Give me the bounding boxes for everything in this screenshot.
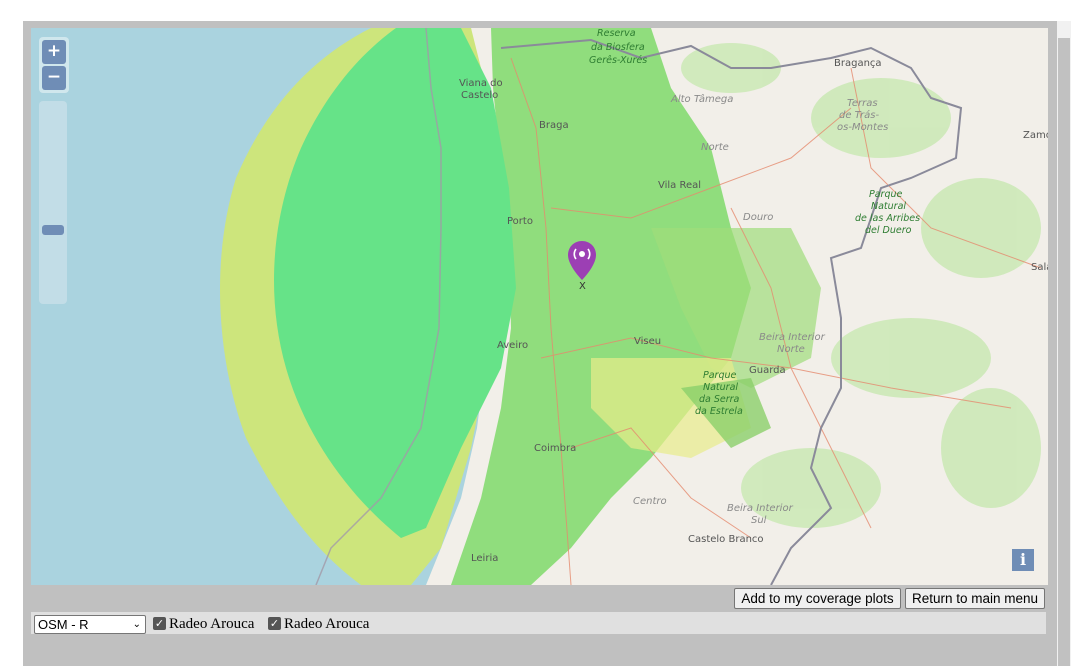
- coverage-layer-label-2: Radeo Arouca: [284, 616, 370, 632]
- park-estrela-4: da Estrela: [695, 406, 743, 417]
- layer-select-value: OSM - R: [38, 617, 89, 632]
- park-arribes-3: de las Arribes: [855, 213, 920, 224]
- zoom-in-button[interactable]: +: [42, 40, 66, 64]
- park-geres-2: da Biosfera: [591, 42, 645, 53]
- place-vila-real: Vila Real: [658, 180, 701, 191]
- layer-select[interactable]: OSM - R ⌄: [34, 615, 146, 634]
- place-salamanca: Sala: [1031, 262, 1048, 273]
- place-porto: Porto: [507, 216, 533, 227]
- region-alto-tamega: Alto Tâmega: [670, 93, 733, 105]
- map-canvas[interactable]: Viana do Castelo Braga Bragança Vila Rea…: [31, 28, 1048, 585]
- place-guarda: Guarda: [749, 365, 786, 376]
- add-coverage-button[interactable]: Add to my coverage plots: [734, 588, 901, 609]
- scrollbar-thumb[interactable]: [1058, 38, 1070, 666]
- zoom-out-button[interactable]: −: [42, 66, 66, 90]
- park-estrela-3: da Serra: [699, 394, 740, 405]
- chevron-down-icon: ⌄: [132, 619, 141, 630]
- layer-controls: OSM - R ⌄ ✓ Radeo Arouca ✓ Radeo Arouca: [31, 612, 1046, 634]
- place-viana: Viana do: [459, 78, 503, 89]
- region-terras-1: Terras: [847, 98, 878, 109]
- checkbox-checked-icon[interactable]: ✓: [153, 617, 166, 630]
- coverage-map[interactable]: Viana do Castelo Braga Bragança Vila Rea…: [31, 28, 1048, 585]
- return-main-menu-button[interactable]: Return to main menu: [905, 588, 1045, 609]
- region-terras-3: os-Montes: [837, 122, 888, 133]
- zoom-slider-handle[interactable]: [42, 225, 64, 235]
- region-beira-sul-1: Beira Interior: [727, 503, 794, 514]
- info-button[interactable]: i: [1012, 549, 1034, 571]
- zoom-control: + −: [39, 37, 69, 93]
- region-beira-sul-2: Sul: [751, 515, 767, 526]
- park-geres-3: Gerês-Xurés: [589, 55, 647, 66]
- place-aveiro: Aveiro: [497, 340, 528, 351]
- region-norte: Norte: [701, 142, 729, 153]
- region-centro: Centro: [633, 496, 667, 507]
- park-geres-1: Reserva: [597, 28, 636, 39]
- place-zamora: Zamo: [1023, 130, 1048, 141]
- park-arribes-2: Natural: [871, 201, 906, 212]
- marker-label: X: [579, 281, 586, 292]
- place-leiria: Leiria: [471, 553, 498, 564]
- place-viseu: Viseu: [634, 336, 661, 347]
- region-beira-norte-2: Norte: [777, 344, 805, 355]
- place-castelo-branco: Castelo Branco: [688, 534, 764, 545]
- park-estrela-2: Natural: [703, 382, 738, 393]
- place-braganca: Bragança: [834, 58, 882, 69]
- vertical-scrollbar[interactable]: [1057, 21, 1071, 666]
- park-arribes-4: del Duero: [865, 225, 912, 236]
- region-douro: Douro: [743, 212, 773, 223]
- place-coimbra: Coimbra: [534, 443, 576, 454]
- place-braga: Braga: [539, 120, 569, 131]
- place-viana-2: Castelo: [461, 90, 498, 101]
- coverage-layer-label-1: Radeo Arouca: [169, 616, 255, 632]
- park-arribes-1: Parque: [869, 189, 903, 200]
- checkbox-checked-icon[interactable]: ✓: [268, 617, 281, 630]
- zoom-slider[interactable]: [39, 101, 67, 304]
- region-terras-2: de Trás-: [839, 109, 879, 121]
- region-beira-norte-1: Beira Interior: [759, 332, 826, 343]
- park-estrela-1: Parque: [703, 370, 737, 381]
